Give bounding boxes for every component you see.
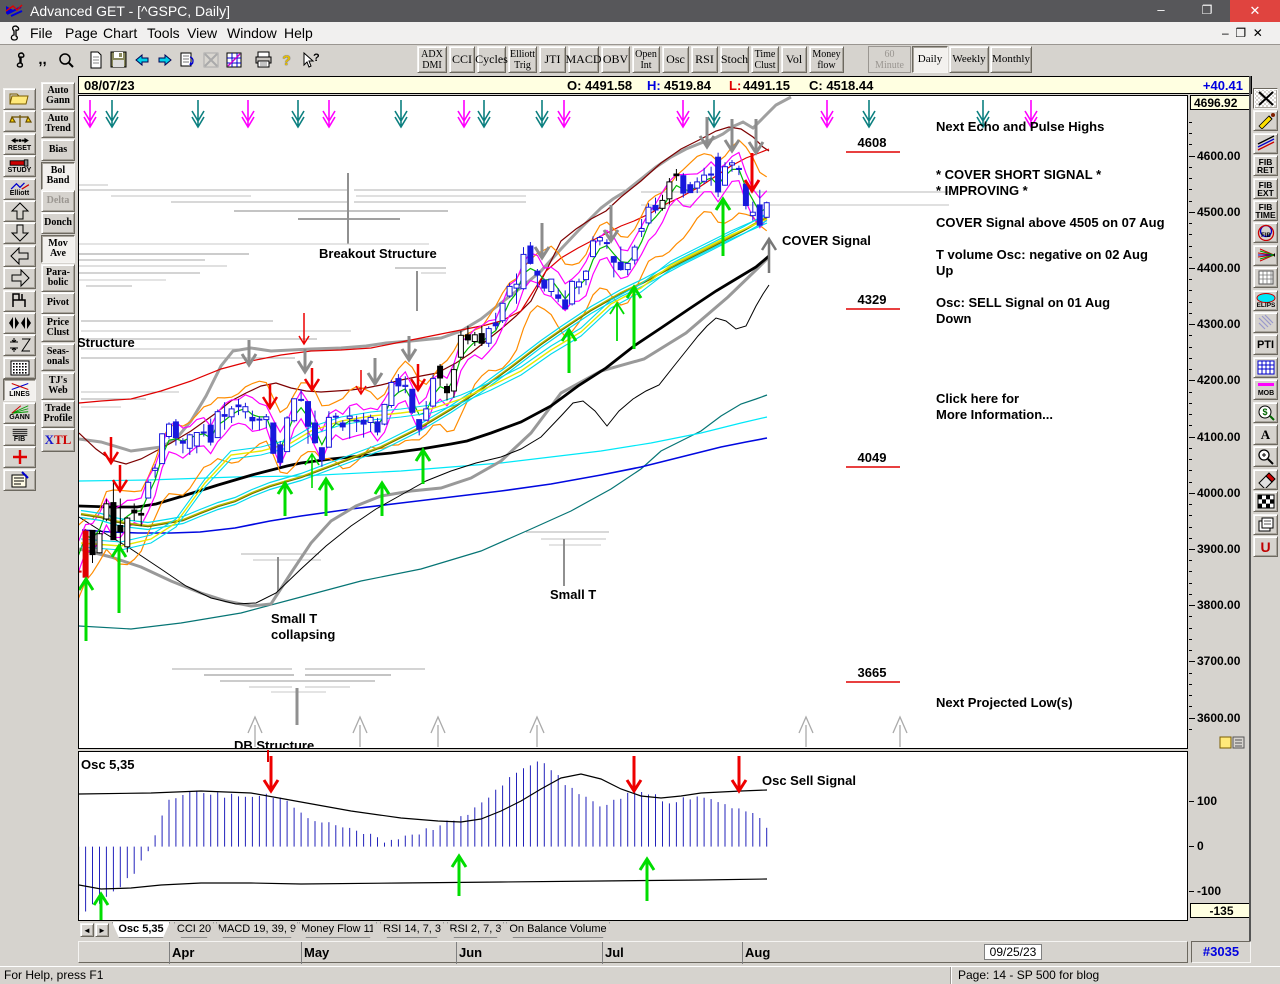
svg-text:Small T: Small T bbox=[271, 611, 317, 626]
svg-text:$: $ bbox=[1262, 407, 1267, 417]
svg-text:Click here for: Click here for bbox=[936, 391, 1019, 406]
svg-text:Osc: SELL Signal on 01 Aug: Osc: SELL Signal on 01 Aug bbox=[936, 295, 1110, 310]
svg-text:4608: 4608 bbox=[858, 135, 887, 150]
svg-text:ELIPS: ELIPS bbox=[1256, 302, 1275, 309]
svg-text:T volume Osc: negative on 02 A: T volume Osc: negative on 02 Aug bbox=[936, 247, 1148, 262]
svg-text:Osc Sell Signal: Osc Sell Signal bbox=[762, 773, 856, 788]
svg-text:?: ? bbox=[313, 52, 319, 64]
svg-text:Next Echo and Pulse Highs: Next Echo and Pulse Highs bbox=[936, 119, 1104, 134]
svg-text:4049: 4049 bbox=[858, 450, 887, 465]
svg-text:Down: Down bbox=[936, 311, 971, 326]
svg-text:4329: 4329 bbox=[858, 292, 887, 307]
svg-text:* IMPROVING *: * IMPROVING * bbox=[936, 183, 1029, 198]
svg-text:FIB: FIB bbox=[1261, 233, 1271, 239]
svg-text:More Information...: More Information... bbox=[936, 407, 1053, 422]
svg-text:COVER Signal above 4505 on 07: COVER Signal above 4505 on 07 Aug bbox=[936, 215, 1165, 230]
svg-text:Structure: Structure bbox=[79, 335, 135, 350]
svg-text:3665: 3665 bbox=[858, 665, 887, 680]
svg-text:collapsing: collapsing bbox=[271, 627, 335, 642]
svg-text:* COVER SHORT SIGNAL *: * COVER SHORT SIGNAL * bbox=[936, 167, 1102, 182]
svg-text:COVER Signal: COVER Signal bbox=[782, 233, 871, 248]
svg-text:DB Structure: DB Structure bbox=[234, 738, 314, 748]
svg-text:Up: Up bbox=[936, 263, 953, 278]
svg-text:MOB: MOB bbox=[1257, 390, 1273, 397]
svg-text:Small T: Small T bbox=[550, 587, 596, 602]
svg-text:Next Projected Low(s): Next Projected Low(s) bbox=[936, 695, 1073, 710]
svg-text:Breakout Structure: Breakout Structure bbox=[319, 246, 437, 261]
svg-text:Osc 5,35: Osc 5,35 bbox=[81, 757, 135, 772]
